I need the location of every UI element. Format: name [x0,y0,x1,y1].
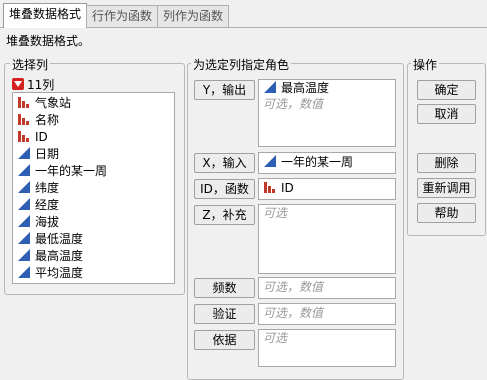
list-item[interactable]: ID [17,129,48,146]
z-fill-list[interactable]: 可选 [258,204,396,274]
continuous-triangle-icon [264,155,276,167]
list-item-label: 海拔 [35,215,60,229]
nominal-bar-icon [18,97,29,108]
list-item[interactable]: 经度 [17,197,59,214]
nominal-bar-icon [18,114,29,125]
validation-list[interactable]: 可选，数值 [258,303,396,325]
help-button[interactable]: 帮助 [417,203,476,223]
validation-button[interactable]: 验证 [194,304,255,324]
id-function-list[interactable]: ID [258,178,396,200]
continuous-triangle-icon [18,198,30,210]
y-output-hint: 可选，数值 [263,97,324,111]
continuous-triangle-icon [18,249,30,261]
nominal-bar-icon [18,131,29,142]
id-function-item[interactable]: ID [263,180,294,197]
actions-title: 操作 [411,56,440,73]
frequency-list[interactable]: 可选，数值 [258,277,396,299]
list-item[interactable]: 最高温度 [17,248,83,265]
list-item[interactable]: 一年的某一周 [17,163,107,180]
z-fill-button[interactable]: Z，补充 [194,205,255,225]
id-function-button[interactable]: ID，函数 [194,179,255,199]
continuous-triangle-icon [18,164,30,176]
list-item[interactable]: 气象站 [17,95,71,112]
nominal-bar-icon [264,182,275,193]
list-item[interactable]: 平均温度 [17,265,83,282]
remove-button[interactable]: 删除 [417,153,476,173]
column-list[interactable]: 气象站名称 ID 日期一年的某一周 纬度经度海拔最低温度最高温度平均温度 [12,92,175,284]
continuous-triangle-icon [18,147,30,159]
y-output-value: 最高温度 [281,81,330,95]
select-columns-title: 选择列 [10,56,51,73]
continuous-triangle-icon [18,181,30,193]
list-item-label: 一年的某一周 [35,164,108,178]
list-item-label: 最高温度 [35,249,84,263]
z-fill-hint: 可选 [263,206,288,220]
continuous-triangle-icon [18,232,30,244]
list-item[interactable]: 日期 [17,146,59,163]
tab-stack-format[interactable]: 堆叠数据格式 [3,3,88,28]
list-item-label: 最低温度 [35,232,84,246]
list-item-label: 平均温度 [35,266,84,280]
frequency-button[interactable]: 频数 [194,278,255,298]
continuous-triangle-icon [264,81,276,93]
column-count-toggle[interactable]: 11列 [12,76,54,93]
list-item-label: 日期 [35,147,60,161]
x-input-item[interactable]: 一年的某一周 [263,154,353,171]
y-output-button[interactable]: Y，输出 [194,80,255,100]
list-item-label: 经度 [35,198,60,212]
list-item[interactable]: 海拔 [17,214,59,231]
list-item-label: 名称 [35,113,60,127]
by-list[interactable]: 可选 [258,329,396,367]
recall-button[interactable]: 重新调用 [417,178,476,198]
x-input-button[interactable]: X，输入 [194,153,255,173]
by-hint: 可选 [263,331,288,345]
cancel-button[interactable]: 取消 [417,104,476,124]
x-input-value: 一年的某一周 [281,155,354,169]
list-item-label: ID [35,130,48,144]
by-button[interactable]: 依据 [194,330,255,350]
x-input-list[interactable]: 一年的某一周 [258,152,396,174]
id-function-value: ID [281,181,294,195]
tab-rows-as-function[interactable]: 行作为函数 [86,5,159,27]
ok-button[interactable]: 确定 [417,80,476,100]
description-text: 堆叠数据格式。 [6,34,91,48]
frequency-hint: 可选，数值 [263,280,324,294]
list-item-label: 气象站 [35,96,72,110]
continuous-triangle-icon [18,266,30,278]
list-item-label: 纬度 [35,181,60,195]
tab-columns-as-function[interactable]: 列作为函数 [157,5,230,27]
roles-title: 为选定列指定角色 [191,56,292,73]
list-item[interactable]: 纬度 [17,180,59,197]
y-output-list[interactable]: 最高温度 可选，数值 [258,79,396,147]
validation-hint: 可选，数值 [263,306,324,320]
list-item[interactable]: 名称 [17,112,59,129]
continuous-triangle-icon [18,215,30,227]
collapse-triangle-icon[interactable] [12,78,24,90]
list-item[interactable]: 最低温度 [17,231,83,248]
column-count-label: 11列 [27,78,55,92]
y-output-item[interactable]: 最高温度 [263,80,329,97]
